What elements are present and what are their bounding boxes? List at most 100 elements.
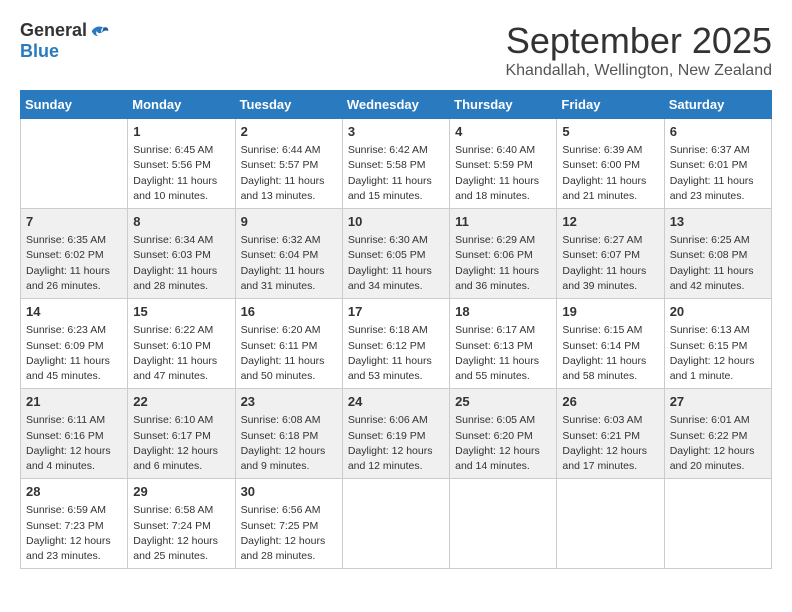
location-subtitle: Khandallah, Wellington, New Zealand bbox=[505, 62, 772, 80]
cell-sunset: Sunset: 6:15 PM bbox=[670, 340, 748, 352]
calendar-week-4: 21 Sunrise: 6:11 AM Sunset: 6:16 PM Dayl… bbox=[21, 389, 772, 479]
table-row: 2 Sunrise: 6:44 AM Sunset: 5:57 PM Dayli… bbox=[235, 119, 342, 209]
table-row: 17 Sunrise: 6:18 AM Sunset: 6:12 PM Dayl… bbox=[342, 299, 449, 389]
cell-sunset: Sunset: 6:04 PM bbox=[241, 249, 319, 261]
header-saturday: Saturday bbox=[664, 91, 771, 119]
calendar-week-2: 7 Sunrise: 6:35 AM Sunset: 6:02 PM Dayli… bbox=[21, 209, 772, 299]
cell-sunrise: Sunrise: 6:05 AM bbox=[455, 414, 535, 426]
cell-sunrise: Sunrise: 6:13 AM bbox=[670, 324, 750, 336]
cell-sunset: Sunset: 6:05 PM bbox=[348, 249, 426, 261]
cell-sunrise: Sunrise: 6:45 AM bbox=[133, 144, 213, 156]
cell-daylight: Daylight: 11 hours and 42 minutes. bbox=[670, 265, 754, 292]
table-row bbox=[557, 479, 664, 569]
table-row: 3 Sunrise: 6:42 AM Sunset: 5:58 PM Dayli… bbox=[342, 119, 449, 209]
logo-bird-icon bbox=[90, 22, 110, 40]
table-row: 4 Sunrise: 6:40 AM Sunset: 5:59 PM Dayli… bbox=[450, 119, 557, 209]
cell-daylight: Daylight: 11 hours and 50 minutes. bbox=[241, 355, 325, 382]
cell-sunrise: Sunrise: 6:17 AM bbox=[455, 324, 535, 336]
header-sunday: Sunday bbox=[21, 91, 128, 119]
day-number: 15 bbox=[133, 303, 229, 321]
cell-daylight: Daylight: 11 hours and 34 minutes. bbox=[348, 265, 432, 292]
cell-sunset: Sunset: 6:18 PM bbox=[241, 430, 319, 442]
cell-sunrise: Sunrise: 6:11 AM bbox=[26, 414, 105, 426]
logo: General Blue bbox=[20, 20, 110, 62]
day-number: 13 bbox=[670, 213, 766, 231]
day-number: 23 bbox=[241, 393, 337, 411]
day-number: 28 bbox=[26, 483, 122, 501]
day-number: 20 bbox=[670, 303, 766, 321]
table-row: 9 Sunrise: 6:32 AM Sunset: 6:04 PM Dayli… bbox=[235, 209, 342, 299]
cell-sunrise: Sunrise: 6:03 AM bbox=[562, 414, 642, 426]
cell-sunrise: Sunrise: 6:18 AM bbox=[348, 324, 428, 336]
day-number: 9 bbox=[241, 213, 337, 231]
calendar-header-row: Sunday Monday Tuesday Wednesday Thursday… bbox=[21, 91, 772, 119]
cell-daylight: Daylight: 11 hours and 55 minutes. bbox=[455, 355, 539, 382]
cell-daylight: Daylight: 11 hours and 58 minutes. bbox=[562, 355, 646, 382]
day-number: 18 bbox=[455, 303, 551, 321]
day-number: 25 bbox=[455, 393, 551, 411]
day-number: 19 bbox=[562, 303, 658, 321]
day-number: 11 bbox=[455, 213, 551, 231]
table-row: 18 Sunrise: 6:17 AM Sunset: 6:13 PM Dayl… bbox=[450, 299, 557, 389]
table-row: 5 Sunrise: 6:39 AM Sunset: 6:00 PM Dayli… bbox=[557, 119, 664, 209]
cell-sunset: Sunset: 6:20 PM bbox=[455, 430, 533, 442]
day-number: 30 bbox=[241, 483, 337, 501]
table-row: 24 Sunrise: 6:06 AM Sunset: 6:19 PM Dayl… bbox=[342, 389, 449, 479]
cell-sunset: Sunset: 6:08 PM bbox=[670, 249, 748, 261]
cell-daylight: Daylight: 11 hours and 23 minutes. bbox=[670, 175, 754, 202]
cell-daylight: Daylight: 12 hours and 23 minutes. bbox=[26, 535, 111, 562]
cell-daylight: Daylight: 12 hours and 25 minutes. bbox=[133, 535, 218, 562]
table-row: 13 Sunrise: 6:25 AM Sunset: 6:08 PM Dayl… bbox=[664, 209, 771, 299]
table-row bbox=[664, 479, 771, 569]
table-row: 10 Sunrise: 6:30 AM Sunset: 6:05 PM Dayl… bbox=[342, 209, 449, 299]
day-number: 16 bbox=[241, 303, 337, 321]
day-number: 6 bbox=[670, 123, 766, 141]
page-header: General Blue September 2025 Khandallah, … bbox=[20, 20, 772, 80]
header-wednesday: Wednesday bbox=[342, 91, 449, 119]
cell-sunset: Sunset: 6:21 PM bbox=[562, 430, 640, 442]
cell-daylight: Daylight: 11 hours and 15 minutes. bbox=[348, 175, 432, 202]
cell-daylight: Daylight: 12 hours and 9 minutes. bbox=[241, 445, 326, 472]
table-row: 16 Sunrise: 6:20 AM Sunset: 6:11 PM Dayl… bbox=[235, 299, 342, 389]
logo-general: General bbox=[20, 20, 87, 41]
cell-sunrise: Sunrise: 6:40 AM bbox=[455, 144, 535, 156]
cell-daylight: Daylight: 11 hours and 18 minutes. bbox=[455, 175, 539, 202]
table-row: 25 Sunrise: 6:05 AM Sunset: 6:20 PM Dayl… bbox=[450, 389, 557, 479]
day-number: 22 bbox=[133, 393, 229, 411]
cell-sunrise: Sunrise: 6:06 AM bbox=[348, 414, 428, 426]
table-row: 11 Sunrise: 6:29 AM Sunset: 6:06 PM Dayl… bbox=[450, 209, 557, 299]
table-row: 1 Sunrise: 6:45 AM Sunset: 5:56 PM Dayli… bbox=[128, 119, 235, 209]
cell-daylight: Daylight: 11 hours and 21 minutes. bbox=[562, 175, 646, 202]
cell-sunset: Sunset: 6:02 PM bbox=[26, 249, 104, 261]
calendar-week-5: 28 Sunrise: 6:59 AM Sunset: 7:23 PM Dayl… bbox=[21, 479, 772, 569]
cell-sunrise: Sunrise: 6:56 AM bbox=[241, 504, 321, 516]
table-row: 14 Sunrise: 6:23 AM Sunset: 6:09 PM Dayl… bbox=[21, 299, 128, 389]
day-number: 5 bbox=[562, 123, 658, 141]
day-number: 26 bbox=[562, 393, 658, 411]
table-row: 21 Sunrise: 6:11 AM Sunset: 6:16 PM Dayl… bbox=[21, 389, 128, 479]
cell-sunrise: Sunrise: 6:39 AM bbox=[562, 144, 642, 156]
cell-daylight: Daylight: 12 hours and 28 minutes. bbox=[241, 535, 326, 562]
cell-sunrise: Sunrise: 6:32 AM bbox=[241, 234, 321, 246]
table-row: 7 Sunrise: 6:35 AM Sunset: 6:02 PM Dayli… bbox=[21, 209, 128, 299]
cell-daylight: Daylight: 12 hours and 12 minutes. bbox=[348, 445, 433, 472]
table-row: 8 Sunrise: 6:34 AM Sunset: 6:03 PM Dayli… bbox=[128, 209, 235, 299]
cell-sunset: Sunset: 6:10 PM bbox=[133, 340, 211, 352]
cell-sunrise: Sunrise: 6:01 AM bbox=[670, 414, 750, 426]
cell-sunrise: Sunrise: 6:25 AM bbox=[670, 234, 750, 246]
cell-daylight: Daylight: 11 hours and 10 minutes. bbox=[133, 175, 217, 202]
table-row: 28 Sunrise: 6:59 AM Sunset: 7:23 PM Dayl… bbox=[21, 479, 128, 569]
cell-sunset: Sunset: 6:17 PM bbox=[133, 430, 211, 442]
cell-sunrise: Sunrise: 6:59 AM bbox=[26, 504, 106, 516]
day-number: 14 bbox=[26, 303, 122, 321]
month-title: September 2025 bbox=[505, 20, 772, 62]
day-number: 24 bbox=[348, 393, 444, 411]
header-tuesday: Tuesday bbox=[235, 91, 342, 119]
table-row: 29 Sunrise: 6:58 AM Sunset: 7:24 PM Dayl… bbox=[128, 479, 235, 569]
day-number: 3 bbox=[348, 123, 444, 141]
cell-sunrise: Sunrise: 6:15 AM bbox=[562, 324, 642, 336]
cell-sunset: Sunset: 6:00 PM bbox=[562, 159, 640, 171]
day-number: 7 bbox=[26, 213, 122, 231]
cell-daylight: Daylight: 11 hours and 47 minutes. bbox=[133, 355, 217, 382]
table-row: 23 Sunrise: 6:08 AM Sunset: 6:18 PM Dayl… bbox=[235, 389, 342, 479]
